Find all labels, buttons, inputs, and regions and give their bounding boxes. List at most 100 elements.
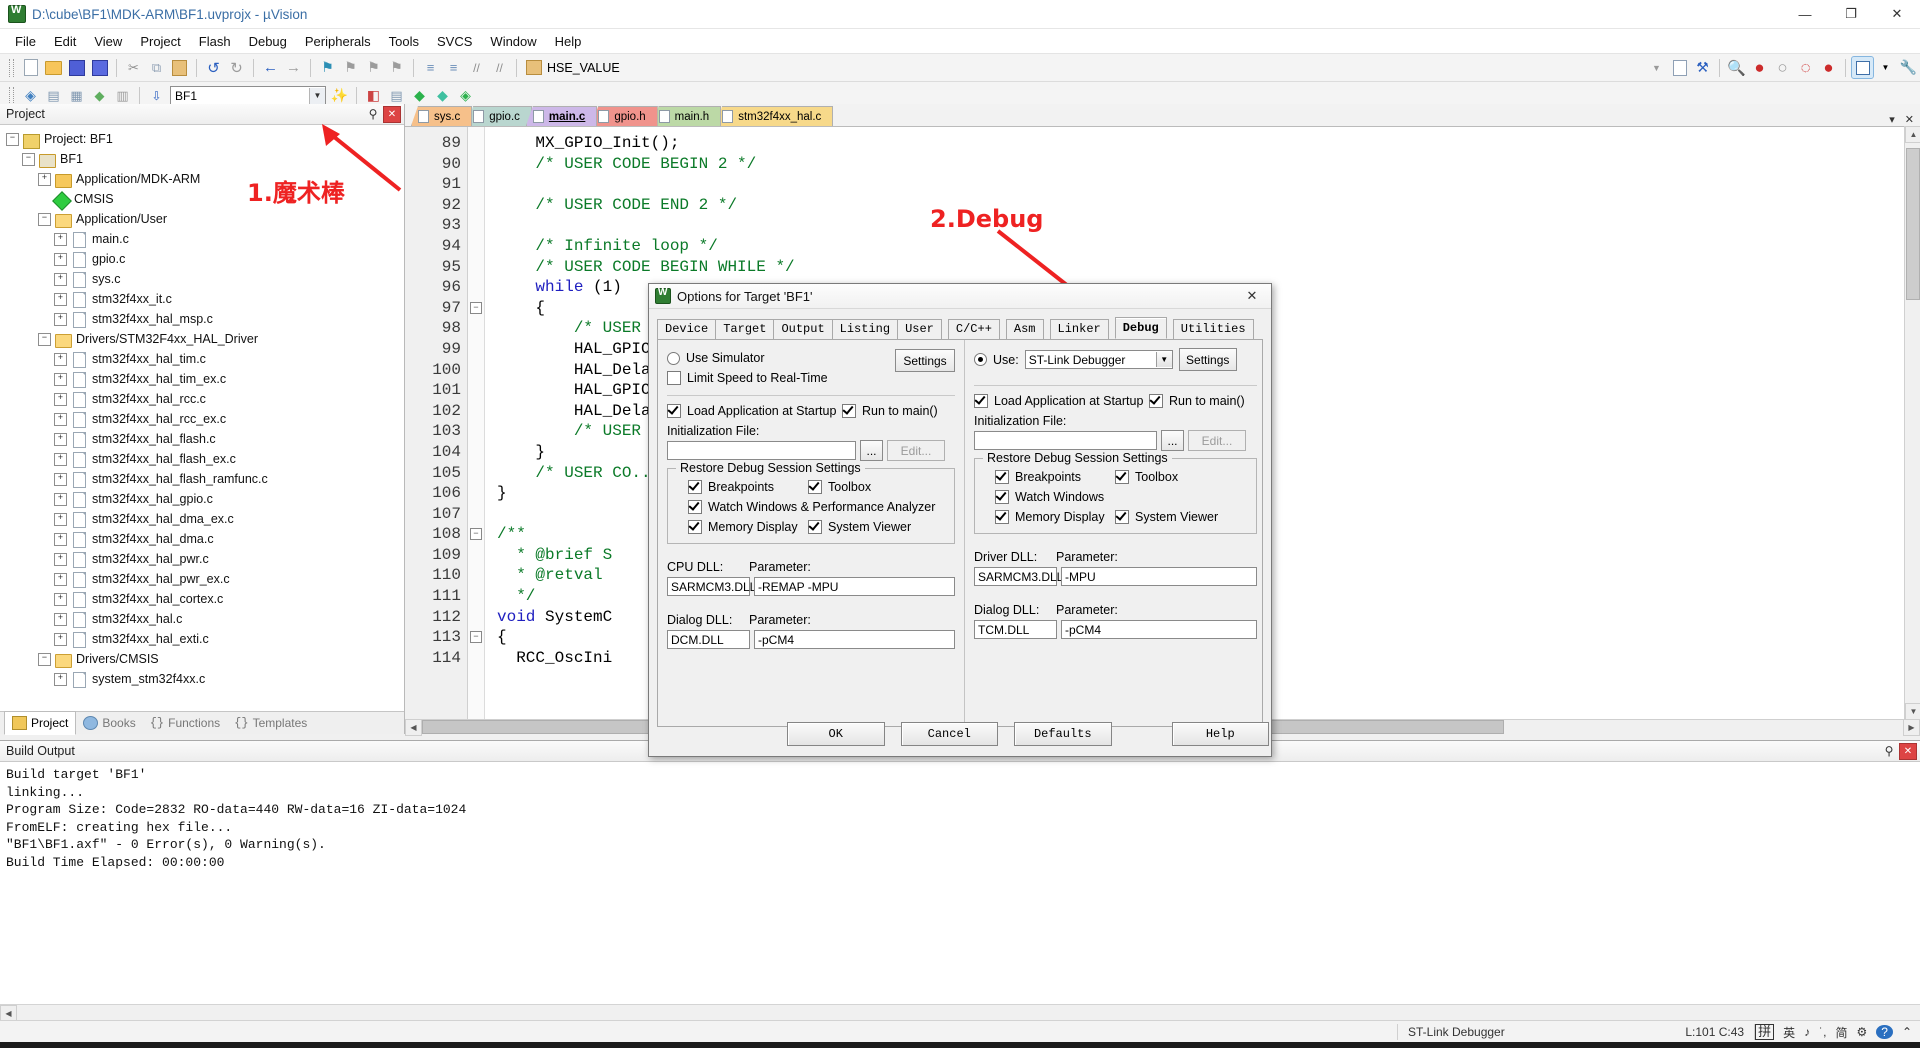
dbg-sysviewer-checkbox[interactable] — [1115, 510, 1129, 524]
breakpoint-disable-all-icon[interactable]: ◌ — [1795, 57, 1816, 78]
configure-icon[interactable]: 🔧 — [1898, 57, 1919, 78]
redo-icon[interactable]: ↻ — [226, 57, 247, 78]
sim-toolbox-row[interactable]: Toolbox — [808, 477, 871, 497]
dbg-load-app-checkbox[interactable] — [974, 394, 988, 408]
menu-tools[interactable]: Tools — [380, 31, 428, 52]
sim-dialog-param-input[interactable]: -pCM4 — [754, 630, 955, 649]
dialog-tab-asm[interactable]: Asm — [1005, 319, 1044, 339]
tree-item[interactable]: + stm32f4xx_hal.c — [6, 609, 404, 629]
ime-expand-icon[interactable]: ⌃ — [1902, 1025, 1912, 1039]
tree-item[interactable]: + stm32f4xx_hal_tim_ex.c — [6, 369, 404, 389]
tab-functions[interactable]: {} Functions — [143, 714, 227, 732]
expand-icon[interactable]: + — [54, 232, 67, 246]
sim-init-file-input[interactable] — [667, 441, 856, 460]
expand-icon[interactable]: + — [54, 412, 67, 426]
tree-item[interactable]: CMSIS — [6, 189, 404, 211]
expand-icon[interactable]: + — [54, 632, 67, 646]
help-icon[interactable]: ? — [1876, 1025, 1893, 1039]
collapse-icon[interactable]: − — [6, 132, 19, 146]
bookmark-toggle-icon[interactable]: ⚑ — [317, 57, 338, 78]
expand-icon[interactable]: + — [54, 572, 67, 586]
tree-item[interactable]: + system_stm32f4xx.c — [6, 669, 404, 689]
dbg-breakpoints-checkbox[interactable] — [995, 470, 1009, 484]
tree-item[interactable]: − Drivers/STM32F4xx_HAL_Driver — [6, 329, 404, 349]
comment-icon[interactable]: // — [466, 57, 487, 78]
tree-item[interactable]: + stm32f4xx_it.c — [6, 289, 404, 309]
expand-icon[interactable]: + — [54, 252, 67, 266]
tree-item[interactable]: + sys.c — [6, 269, 404, 289]
dbg-init-file-input[interactable] — [974, 431, 1157, 450]
fold-toggle-icon[interactable]: − — [468, 627, 484, 648]
debugger-select[interactable]: ST-Link Debugger ▼ — [1024, 350, 1173, 369]
editor-vertical-scrollbar[interactable]: ▲ ▼ — [1904, 126, 1920, 720]
sim-load-app-checkbox[interactable] — [667, 404, 681, 418]
sim-run-to-main-checkbox[interactable] — [842, 404, 856, 418]
menu-edit[interactable]: Edit — [45, 31, 85, 52]
sim-load-app-row[interactable]: Load Application at Startup — [667, 401, 842, 421]
sim-browse-button[interactable]: ... — [860, 440, 883, 461]
sim-memory-checkbox[interactable] — [688, 520, 702, 534]
dbg-sysviewer-row[interactable]: System Viewer — [1115, 507, 1218, 527]
scroll-right-icon[interactable]: ▶ — [1903, 718, 1920, 736]
expand-icon[interactable]: + — [54, 452, 67, 466]
dbg-toolbox-checkbox[interactable] — [1115, 470, 1129, 484]
translate-file-icon[interactable]: ◈ — [20, 85, 41, 106]
new-file-icon[interactable] — [20, 57, 41, 78]
expand-icon[interactable]: + — [54, 312, 67, 326]
manage-project-icon[interactable]: ▤ — [386, 85, 407, 106]
dbg-run-to-main-checkbox[interactable] — [1149, 394, 1163, 408]
dbg-breakpoints-row[interactable]: Breakpoints — [983, 467, 1115, 487]
close-icon[interactable]: ✕ — [1899, 742, 1917, 760]
dialog-tab-device[interactable]: Device — [657, 319, 717, 339]
ime-pinyin-icon[interactable]: 拼 — [1755, 1024, 1775, 1040]
help-button[interactable]: Help — [1171, 722, 1269, 746]
pack-manage-icon[interactable]: ◈ — [455, 85, 476, 106]
dbg-toolbox-row[interactable]: Toolbox — [1115, 467, 1178, 487]
scroll-thumb[interactable] — [1906, 148, 1920, 300]
dbg-dialog-dll-input[interactable]: TCM.DLL — [974, 620, 1057, 639]
tree-item[interactable]: + stm32f4xx_hal_flash_ex.c — [6, 449, 404, 469]
debugger-settings-button[interactable]: Settings — [1178, 348, 1237, 371]
expand-icon[interactable]: + — [54, 352, 67, 366]
use-debugger-radio[interactable] — [974, 353, 987, 366]
tree-item[interactable]: + stm32f4xx_hal_cortex.c — [6, 589, 404, 609]
rebuild-all-icon[interactable]: ▦ — [66, 85, 87, 106]
tree-item[interactable]: + gpio.c — [6, 249, 404, 269]
tab-books[interactable]: Books — [76, 714, 142, 732]
window-layout-icon[interactable] — [1851, 56, 1874, 79]
dialog-close-icon[interactable]: ✕ — [1233, 284, 1271, 308]
menu-flash[interactable]: Flash — [190, 31, 240, 52]
tree-item[interactable]: + main.c — [6, 229, 404, 249]
open-file-icon[interactable] — [43, 57, 64, 78]
menu-file[interactable]: File — [6, 31, 45, 52]
gear-icon[interactable]: ⚙ — [1856, 1025, 1867, 1039]
outdent-icon[interactable]: ≡ — [443, 57, 464, 78]
indent-icon[interactable]: ≡ — [420, 57, 441, 78]
sim-run-to-main-row[interactable]: Run to main() — [842, 401, 938, 421]
cpu-dll-input[interactable]: SARMCM3.DLL — [667, 577, 756, 596]
pack-update-icon[interactable]: ◆ — [432, 85, 453, 106]
expand-icon[interactable]: + — [54, 672, 67, 686]
dbg-watch-row[interactable]: Watch Windows — [983, 487, 1248, 507]
expand-icon[interactable]: + — [54, 392, 67, 406]
collapse-icon[interactable]: − — [38, 652, 51, 666]
tree-item[interactable]: + stm32f4xx_hal_gpio.c — [6, 489, 404, 509]
expand-icon[interactable]: + — [54, 592, 67, 606]
dbg-watch-checkbox[interactable] — [995, 490, 1009, 504]
expand-icon[interactable]: + — [54, 472, 67, 486]
save-all-icon[interactable] — [89, 57, 110, 78]
sim-dialog-dll-input[interactable]: DCM.DLL — [667, 630, 750, 649]
collapse-icon[interactable]: − — [38, 332, 51, 346]
collapse-icon[interactable]: ▾ — [1889, 113, 1895, 126]
simulator-settings-button[interactable]: Settings — [895, 349, 955, 372]
sim-memory-row[interactable]: Memory Display — [676, 517, 808, 537]
expand-icon[interactable]: + — [54, 532, 67, 546]
navigate-forward-icon[interactable]: → — [283, 57, 304, 78]
limit-speed-row[interactable]: Limit Speed to Real-Time — [667, 368, 895, 388]
tree-item[interactable]: − Drivers/CMSIS — [6, 649, 404, 669]
expand-icon[interactable]: + — [54, 272, 67, 286]
menu-window[interactable]: Window — [481, 31, 545, 52]
tab-project[interactable]: Project — [4, 711, 77, 735]
expand-icon[interactable]: + — [54, 292, 67, 306]
close-icon[interactable]: ✕ — [1874, 0, 1920, 28]
